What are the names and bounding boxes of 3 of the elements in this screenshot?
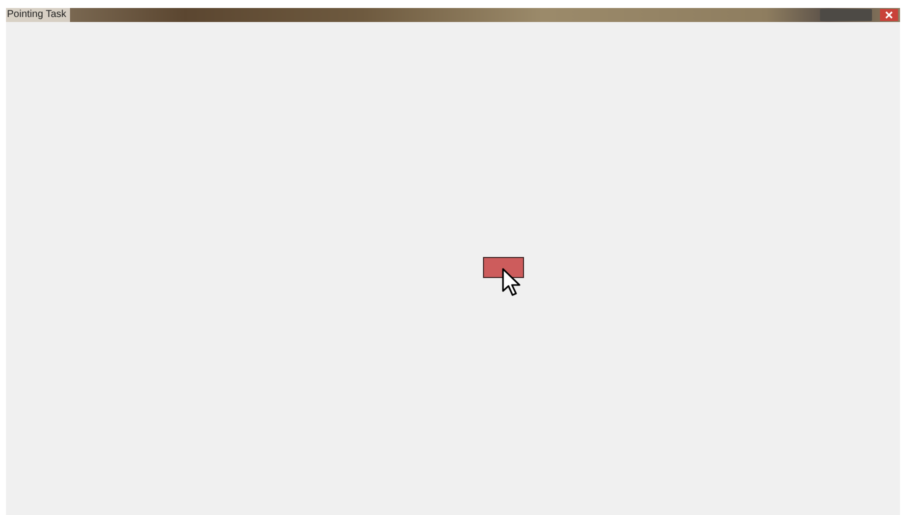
close-button[interactable] — [880, 9, 898, 21]
window-title: Pointing Task — [6, 8, 70, 22]
close-icon — [885, 11, 893, 19]
